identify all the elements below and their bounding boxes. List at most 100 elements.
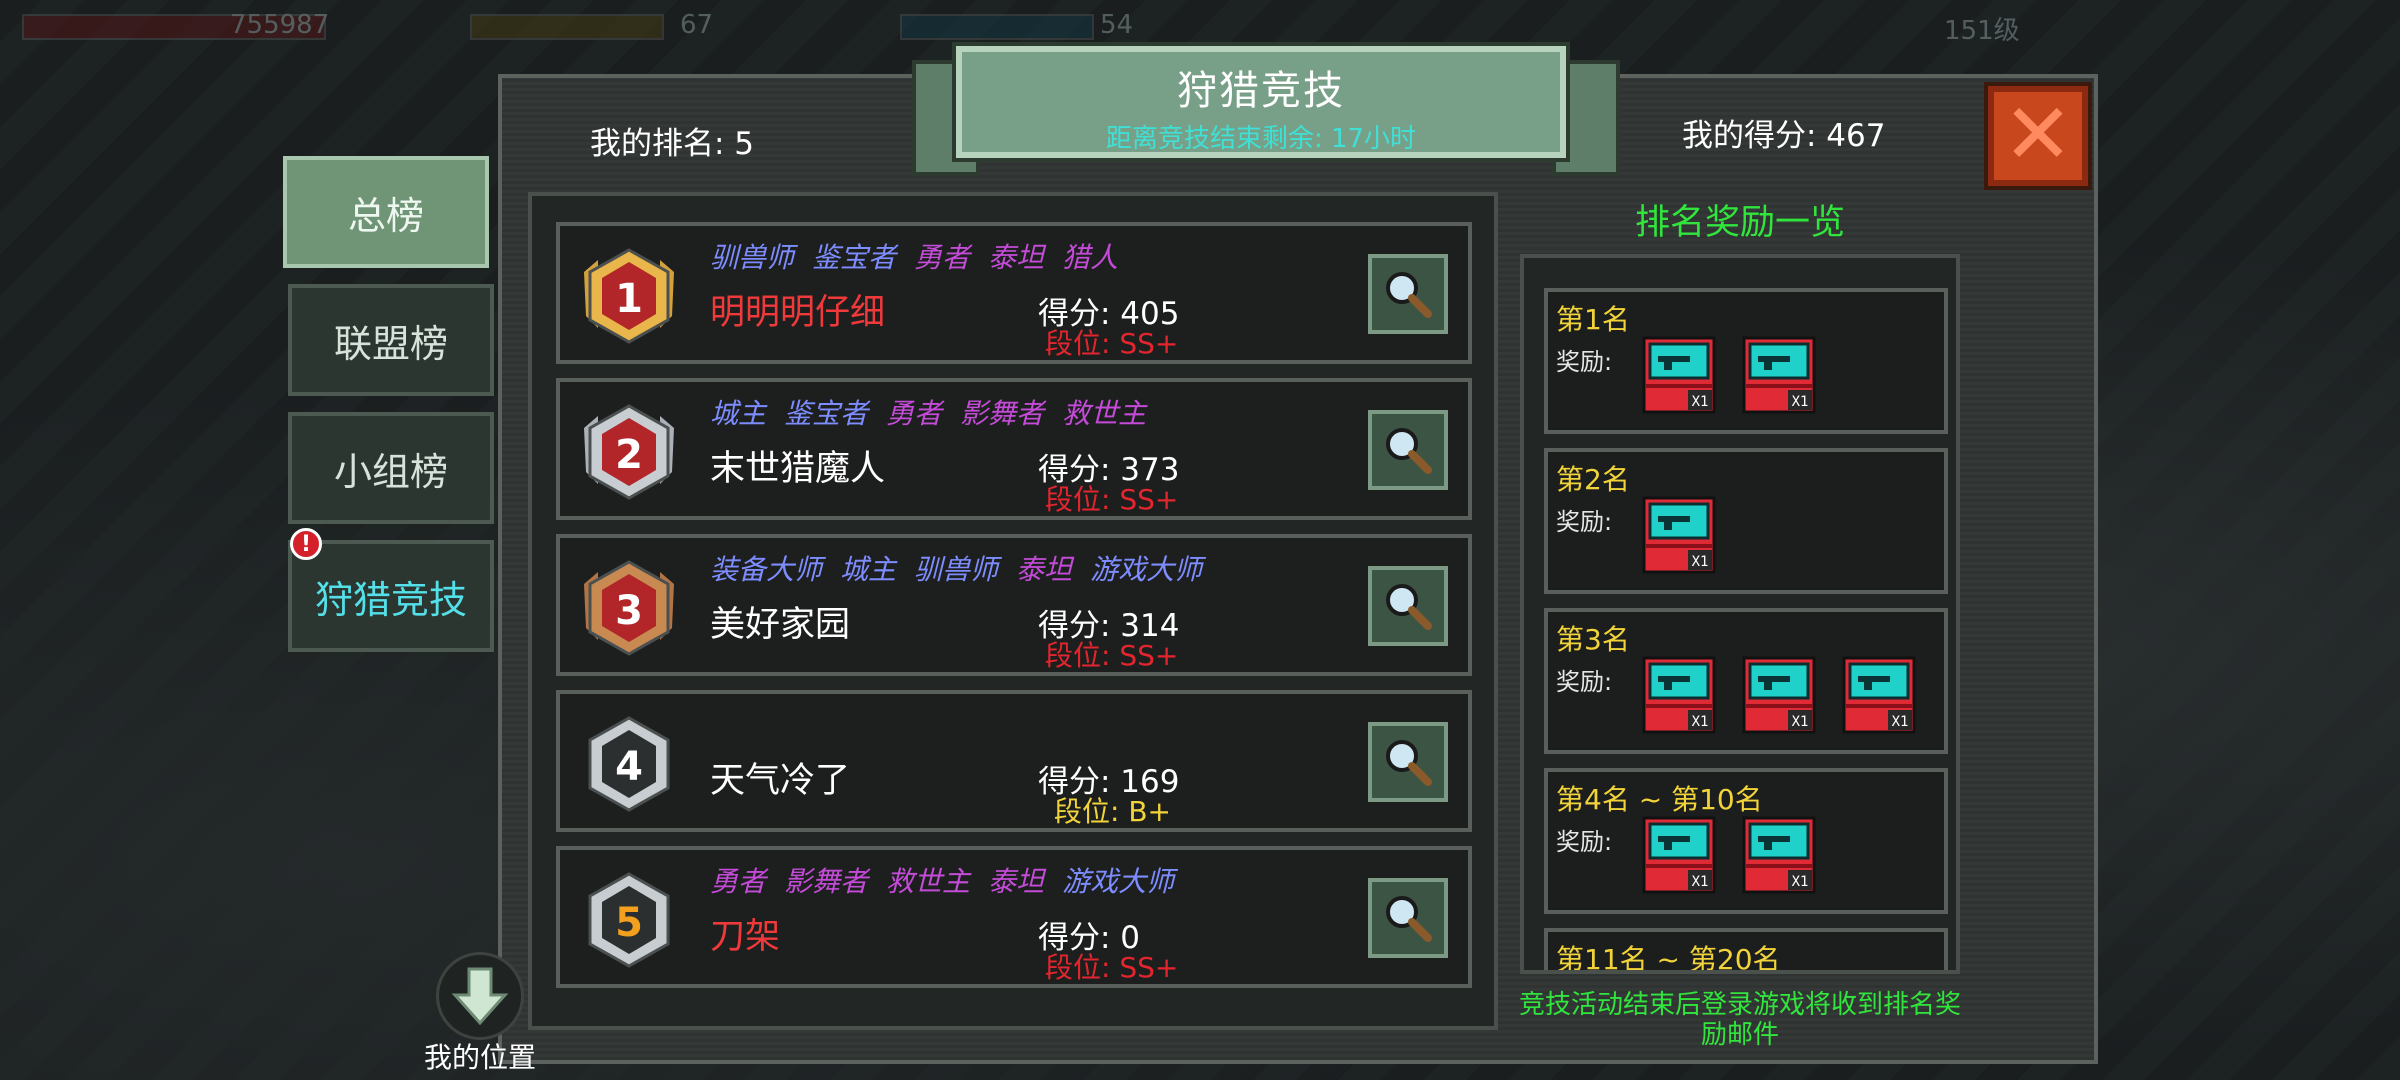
ranking-row: 2 城主 鉴宝者 勇者 影舞者 救世主 末世猎魔人 得分: 373 段位: SS+ <box>556 378 1472 520</box>
my-position-button[interactable]: 我的位置 <box>418 952 542 1076</box>
rank-badge-icon: 1 <box>574 242 684 352</box>
close-icon: ✕ <box>2002 85 2074 183</box>
tab-hunting-label: 狩猎竞技 <box>314 577 467 622</box>
item-quantity: X1 <box>1792 874 1809 890</box>
item-quantity: X1 <box>1692 874 1709 890</box>
reward-tier-card: 第1名奖励: X1 X1 <box>1544 288 1948 434</box>
tab-total[interactable]: 总榜 <box>283 156 489 268</box>
ranking-row: 4 天气冷了 得分: 169 段位: B+ <box>556 690 1472 832</box>
player-title: 救世主 <box>1062 397 1147 430</box>
player-title: 驯兽师 <box>914 553 999 586</box>
tab-alliance-label: 联盟榜 <box>333 321 448 366</box>
rank-badge-icon: 5 <box>574 866 684 976</box>
reward-rank: 第11名 ~ 第20名 <box>1556 943 1781 974</box>
player-title: 游戏大师 <box>1090 553 1203 586</box>
player-name: 明明明仔细 <box>710 293 886 333</box>
player-title: 泰坦 <box>988 865 1045 898</box>
my-position-label: 我的位置 <box>423 1041 536 1074</box>
rank-number: 5 <box>615 900 643 946</box>
player-tier: 段位: SS+ <box>1045 327 1179 360</box>
player-title: 鉴宝者 <box>784 397 869 430</box>
reward-label: 奖励: <box>1556 828 1613 856</box>
close-button[interactable]: ✕ <box>1984 82 2092 190</box>
player-tier: 段位: SS+ <box>1045 951 1179 984</box>
rank-number: 3 <box>615 588 643 634</box>
magnifier-icon <box>1386 740 1432 786</box>
player-name: 天气冷了 <box>710 761 851 801</box>
item-quantity: X1 <box>1692 554 1709 570</box>
rewards-title: 排名奖励一览 <box>1634 203 1845 243</box>
tab-total-label: 总榜 <box>347 193 424 238</box>
item-quantity: X1 <box>1692 394 1709 410</box>
view-player-button[interactable] <box>1368 722 1448 802</box>
player-name: 刀架 <box>710 917 781 957</box>
reward-item-icon[interactable]: X1 <box>1738 814 1820 896</box>
reward-rank: 第1名 <box>1556 303 1630 336</box>
rank-badge-icon: 4 <box>574 710 684 820</box>
reward-label: 奖励: <box>1556 508 1613 536</box>
level-value: 151级 <box>1944 16 2020 46</box>
mana-value: 54 <box>1100 10 1134 40</box>
rank-badge-icon: 3 <box>574 554 684 664</box>
rank-number: 4 <box>615 744 643 790</box>
player-title: 城主 <box>710 397 767 430</box>
reward-tier-card: 第2名奖励: X1 <box>1544 448 1948 594</box>
reward-tier-card: 第4名 ~ 第10名 奖励: X1 X1 <box>1544 768 1948 914</box>
reward-item-icon[interactable]: X1 <box>1738 654 1820 736</box>
player-title: 泰坦 <box>1016 553 1073 586</box>
alert-badge: ! <box>290 528 322 560</box>
player-name: 美好家园 <box>710 605 851 645</box>
ranking-row: 5 勇者 影舞者 救世主 泰坦 游戏大师 刀架 得分: 0 段位: SS+ <box>556 846 1472 988</box>
player-titles: 驯兽师 鉴宝者 勇者 泰坦 猎人 <box>710 236 1136 276</box>
countdown-text: 距离竞技结束剩余: 17小时 <box>1105 124 1417 154</box>
tab-group[interactable]: 小组榜 <box>288 412 494 524</box>
mana-bar <box>900 14 1094 40</box>
rewards-note: 竞技活动结束后登录游戏将收到排名奖励邮件 <box>1518 990 1961 1050</box>
player-title: 影舞者 <box>960 397 1045 430</box>
reward-item-icon[interactable]: X1 <box>1738 334 1820 416</box>
reward-item-icon[interactable]: X1 <box>1638 334 1720 416</box>
tab-alliance[interactable]: 联盟榜 <box>288 284 494 396</box>
my-rank: 我的排名: 5 <box>590 126 755 162</box>
magnifier-icon <box>1386 896 1432 942</box>
reward-item-icon[interactable]: X1 <box>1638 814 1720 896</box>
item-quantity: X1 <box>1792 714 1809 730</box>
energy-bar <box>470 14 664 40</box>
view-player-button[interactable] <box>1368 878 1448 958</box>
player-titles: 勇者 影舞者 救世主 泰坦 游戏大师 <box>710 860 1192 900</box>
player-title: 鉴宝者 <box>812 241 897 274</box>
player-tier: 段位: B+ <box>1054 795 1172 828</box>
item-quantity: X1 <box>1892 714 1909 730</box>
reward-rank: 第3名 <box>1556 623 1630 656</box>
reward-tier-card: 第3名 奖励: X1 X1 X1 <box>1544 608 1948 754</box>
ranking-row: 1 驯兽师 鉴宝者 勇者 泰坦 猎人 明明明仔细 得分: 405 段位: SS+ <box>556 222 1472 364</box>
reward-rank: 第2名 <box>1556 463 1630 496</box>
player-title: 勇者 <box>886 397 943 430</box>
player-titles: 装备大师 城主 驯兽师 泰坦 游戏大师 <box>710 548 1220 588</box>
rank-number: 1 <box>615 276 643 322</box>
player-titles: 城主 鉴宝者 勇者 影舞者 救世主 <box>710 392 1164 432</box>
page-title: 狩猎竞技 <box>1177 68 1345 114</box>
player-tier: 段位: SS+ <box>1045 483 1179 516</box>
view-player-button[interactable] <box>1368 566 1448 646</box>
reward-item-icon[interactable]: X1 <box>1638 494 1720 576</box>
player-title: 泰坦 <box>988 241 1045 274</box>
player-title: 猎人 <box>1062 241 1119 274</box>
reward-item-icon[interactable]: X1 <box>1838 654 1920 736</box>
reward-label: 奖励: <box>1556 348 1613 376</box>
view-player-button[interactable] <box>1368 254 1448 334</box>
title-plate: 狩猎竞技 距离竞技结束剩余: 17小时 <box>952 42 1570 162</box>
rewards-list[interactable]: 第1名 奖励: X1 X1 第2名 奖励: X1 第3名 奖励: X1 X1 X… <box>1520 254 1960 974</box>
magnifier-icon <box>1386 272 1432 318</box>
tab-hunting[interactable]: 狩猎竞技 <box>288 540 494 652</box>
magnifier-icon <box>1386 428 1432 474</box>
tab-group-label: 小组榜 <box>333 449 448 494</box>
player-title: 救世主 <box>886 865 971 898</box>
reward-tier-card: 第11名 ~ 第20名 <box>1544 928 1948 974</box>
player-title: 城主 <box>840 553 897 586</box>
rank-badge-icon: 2 <box>574 398 684 508</box>
reward-label: 奖励: <box>1556 668 1613 696</box>
player-title: 勇者 <box>710 865 767 898</box>
reward-item-icon[interactable]: X1 <box>1638 654 1720 736</box>
view-player-button[interactable] <box>1368 410 1448 490</box>
